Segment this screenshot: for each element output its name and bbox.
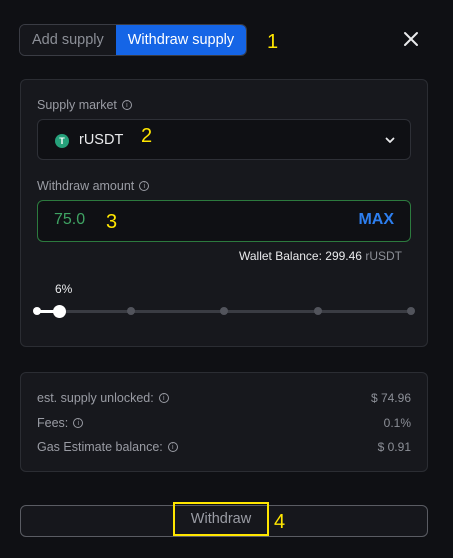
info-icon[interactable]: i (121, 100, 132, 110)
withdraw-button-label[interactable]: Withdraw (173, 502, 269, 536)
supply-market-value: rUSDT (79, 132, 124, 148)
annotation-marker-1: 1 (267, 31, 279, 53)
wallet-balance-label: Wallet Balance: (239, 249, 322, 263)
summary-label: est. supply unlocked: i (37, 391, 169, 405)
slider-step-75[interactable] (314, 307, 322, 315)
slider-step-0[interactable] (33, 307, 41, 315)
summary-label-text: Gas Estimate balance: (37, 440, 163, 454)
withdraw-amount-label: Withdraw amount i (37, 179, 150, 193)
tether-coin-icon: T (55, 134, 69, 148)
summary-label: Gas Estimate balance: i (37, 440, 178, 454)
slider-step-50[interactable] (220, 307, 228, 315)
info-icon[interactable]: i (73, 418, 84, 428)
max-button[interactable]: MAX (358, 211, 394, 229)
summary-value: $ 74.96 (370, 391, 411, 405)
withdraw-amount-field: MAX (37, 200, 411, 242)
supply-market-select[interactable]: T rUSDT (37, 119, 411, 160)
info-icon[interactable]: i (167, 442, 178, 452)
wallet-balance: Wallet Balance: 299.46 rUSDT (239, 249, 402, 263)
summary-value: $ 0.91 (377, 440, 411, 454)
info-icon[interactable]: i (158, 393, 169, 403)
close-icon[interactable] (402, 30, 420, 48)
wallet-balance-amount: 299.46 (325, 249, 362, 263)
summary-row-fees: Fees: i 0.1% (37, 416, 411, 430)
annotation-marker-3: 3 (106, 211, 118, 233)
summary-label-text: Fees: (37, 416, 69, 430)
tab-withdraw-supply[interactable]: Withdraw supply (115, 25, 247, 55)
summary-value: 0.1% (383, 416, 411, 430)
summary-row-supply-unlocked: est. supply unlocked: i $ 74.96 (37, 391, 411, 405)
supply-market-label: Supply market i (37, 98, 132, 112)
withdraw-amount-input[interactable] (54, 211, 114, 229)
summary-row-gas-estimate: Gas Estimate balance: i $ 0.91 (37, 440, 411, 454)
tab-add-supply[interactable]: Add supply (20, 25, 116, 55)
annotation-marker-2: 2 (141, 125, 153, 147)
slider-percent-label: 6% (55, 282, 73, 296)
annotation-marker-4: 4 (274, 511, 286, 533)
slider-step-25[interactable] (127, 307, 135, 315)
slider-thumb[interactable] (53, 305, 66, 318)
wallet-balance-unit: rUSDT (365, 249, 402, 263)
summary-label-text: est. supply unlocked: (37, 391, 154, 405)
summary-label: Fees: i (37, 416, 84, 430)
supply-tabs: Add supply Withdraw supply (19, 24, 248, 56)
info-icon[interactable]: i (139, 181, 150, 191)
supply-market-label-text: Supply market (37, 98, 117, 112)
chevron-down-icon (385, 137, 395, 143)
withdraw-amount-label-text: Withdraw amount (37, 179, 135, 193)
slider-step-100[interactable] (407, 307, 415, 315)
